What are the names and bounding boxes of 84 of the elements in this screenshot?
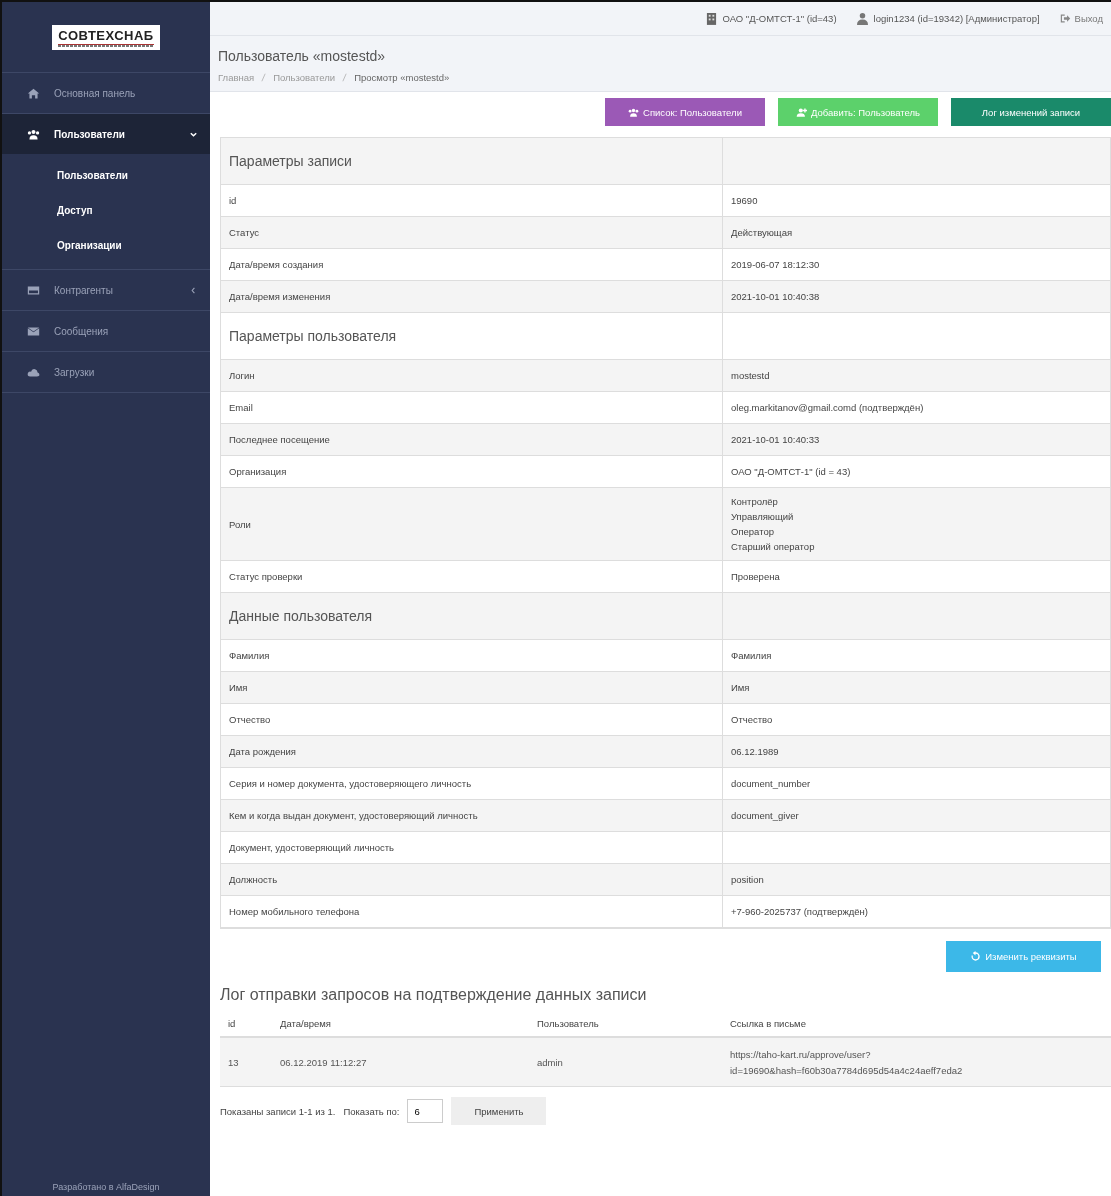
logo: СОВТЕХСНАБ <box>52 24 160 50</box>
field-value: 2021-10-01 10:40:33 <box>731 434 820 445</box>
field-value: Фамилия <box>731 650 772 661</box>
field-label: Номер мобильного телефона <box>221 896 723 927</box>
link-text: id=19690&hash=f60b30a7784d695d54a4c24aeff7eda2 <box>730 1064 964 1076</box>
field-value: oleg.markitanov@gmail.comd (подтверждён) <box>731 402 924 413</box>
link-text: https://taho-kart.ru/approve/user? <box>730 1048 872 1060</box>
column-header: Ссылка в письме <box>729 1017 807 1029</box>
field-value: document_giver <box>731 810 799 821</box>
nav-item[interactable]: Пользователи <box>2 114 210 154</box>
field-label: Кем и когда выдан документ, удостоверяющий личность <box>221 800 723 831</box>
field-value: Имя <box>731 682 750 693</box>
field-label: id <box>221 185 723 216</box>
field-label: Логин <box>221 360 723 391</box>
field-label: Email <box>221 392 723 423</box>
field-value: mostestd <box>731 370 770 381</box>
field-label: Серия и номер документа, удостоверяющего личность <box>221 768 723 799</box>
card-icon <box>27 283 40 297</box>
building-icon <box>705 12 717 25</box>
section-heading: Параметры пользователя <box>221 313 723 359</box>
field-label: Должность <box>221 864 723 895</box>
user-icon <box>856 12 868 25</box>
field-value: Действующая <box>731 227 793 238</box>
field-label: Дата/время изменения <box>221 281 723 312</box>
field-value: document_number <box>731 778 811 789</box>
rotate-icon <box>970 951 982 962</box>
log-title: Лог отправки запросов на подтверждение данных записи <box>220 986 648 1004</box>
field-value: Проверена <box>731 571 780 582</box>
field-value: position <box>731 874 764 885</box>
field-value: 06.12.1989 <box>731 746 779 757</box>
action-button[interactable]: Лог изменений записи <box>951 98 1111 126</box>
field-label: Статус <box>221 217 723 248</box>
field-label: Дата рождения <box>221 736 723 767</box>
per-page-field[interactable]: 6 <box>407 1099 444 1123</box>
apply-button[interactable]: Применить <box>451 1097 547 1125</box>
field-label: Отчество <box>221 704 723 735</box>
column-header: Пользователь <box>536 1017 600 1029</box>
submenu-item[interactable]: Доступ <box>2 193 210 228</box>
section-heading: Данные пользователя <box>221 593 723 639</box>
field-label: Имя <box>221 672 723 703</box>
records-summary: Показаны записи 1-1 из 1. <box>220 1105 336 1117</box>
organization-label: ОАО "Д-ОМТСТ-1" (id=43) <box>722 13 837 24</box>
breadcrumb-link[interactable]: Пользователи <box>273 72 336 83</box>
field-value: 2019-06-07 18:12:30 <box>731 259 820 270</box>
breadcrumb-separator-icon <box>342 73 348 82</box>
envelope-icon <box>27 324 40 338</box>
field-label: Организация <box>221 456 723 487</box>
submenu-item[interactable]: Организации <box>2 228 210 263</box>
current-user-label: login1234 (id=19342) [Администратор] <box>873 13 1040 24</box>
users-icon <box>27 127 40 141</box>
field-label: Фамилия <box>221 640 723 671</box>
table-cell-text: 06.12.2019 11:12:27 <box>279 1056 368 1068</box>
role-value: Контролёр <box>731 496 778 507</box>
field-value: 19690 <box>731 195 758 206</box>
breadcrumb-link[interactable]: Главная <box>218 72 255 83</box>
action-button[interactable]: Список: Пользователи <box>605 98 765 126</box>
breadcrumb-current: Просмотр «mostestd» <box>354 72 450 83</box>
logout-icon <box>1059 12 1071 25</box>
developer-credit: Разработано в AlfaDesign <box>51 1182 161 1194</box>
per-page-label: Показать по: <box>343 1105 400 1117</box>
home-icon <box>27 86 40 100</box>
field-value: Отчество <box>731 714 773 725</box>
users-icon <box>628 106 640 118</box>
add-user-icon <box>796 106 808 118</box>
field-label: Статус проверки <box>221 561 723 592</box>
role-value: Оператор <box>731 526 774 537</box>
column-header: id <box>227 1017 237 1029</box>
submenu-item[interactable]: Пользователи <box>2 158 210 193</box>
column-header: Дата/время <box>279 1017 332 1029</box>
section-heading: Параметры записи <box>221 138 723 184</box>
field-value: ОАО "Д-ОМТСТ-1" (id = 43) <box>731 466 851 477</box>
table-cell-text: admin <box>536 1056 564 1068</box>
field-label: Документ, удостоверяющий личность <box>221 832 723 863</box>
page-title: Пользователь «mostestd» <box>218 48 387 64</box>
field-label: Роли <box>221 488 723 560</box>
field-value: +7-960-2025737 (подтверждён) <box>731 906 868 917</box>
role-value: Управляющий <box>731 511 794 522</box>
breadcrumb-separator-icon <box>261 73 267 82</box>
table-cell-text: 13 <box>227 1056 240 1068</box>
logout-link[interactable]: Выход <box>1059 12 1103 25</box>
field-value: 2021-10-01 10:40:38 <box>731 291 820 302</box>
role-value: Старший оператор <box>731 541 815 552</box>
field-label: Последнее посещение <box>221 424 723 455</box>
field-label: Дата/время создания <box>221 249 723 280</box>
